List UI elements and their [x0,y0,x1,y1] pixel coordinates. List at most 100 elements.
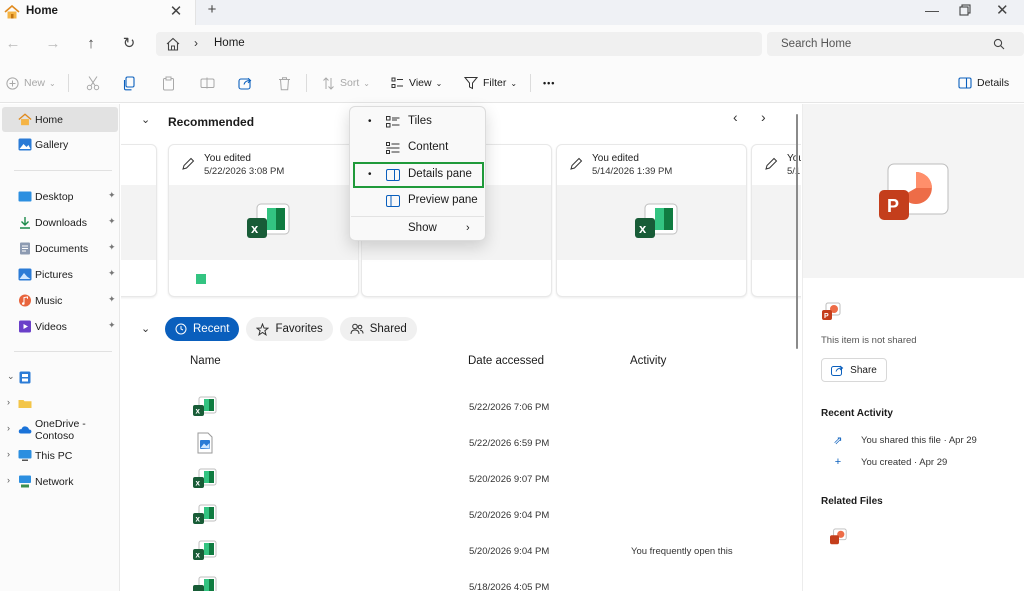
sidebar-item-music[interactable]: Music ✦ [2,288,118,313]
details-share-button[interactable]: Share [821,358,887,382]
sidebar-item-onedrive[interactable]: › OneDrive - Contoso [2,417,118,442]
navigation-pane: Home Gallery Desktop ✦ Downloads ✦ Docum… [0,104,120,591]
view-icon [391,77,403,88]
column-header-date-accessed[interactable]: Date accessed [468,355,544,367]
menu-item-content[interactable]: Content [353,135,484,161]
new-button[interactable]: New ⌄ [6,73,56,93]
chevron-down-icon: ⌄ [49,78,56,88]
sidebar-item-desktop[interactable]: Desktop ✦ [2,184,118,209]
restore-button[interactable] [957,3,975,19]
sort-button[interactable]: Sort ⌄ [322,73,370,93]
menu-item-show[interactable]: Show › [353,216,484,242]
delete-button[interactable] [278,73,291,93]
sidebar-item-pictures[interactable]: Pictures ✦ [2,262,118,287]
tab-favorites[interactable]: Favorites [246,317,333,341]
powerpoint-icon: P [879,163,949,220]
chevron-right-icon[interactable]: › [7,449,10,459]
carousel-prev-button[interactable]: ‹ [733,109,738,125]
table-row[interactable]: 5/18/2026 4:05 PM [121,570,801,591]
sidebar-item-label: Home [35,113,64,126]
refresh-button[interactable]: ↻ [119,34,139,54]
table-row[interactable]: x 5/20/2026 9:04 PM You frequently open … [121,534,801,570]
powerpoint-small-icon: P [822,302,841,320]
sidebar-item-folder[interactable]: › [2,391,118,416]
sidebar-item-account-drive[interactable]: ⌄ [2,365,118,390]
recommended-card[interactable]: You edited 5/14/2026 1:39 PM x [556,144,747,297]
chevron-right-icon[interactable]: › [7,397,10,407]
onedrive-icon [18,426,32,434]
chevron-right-icon[interactable]: › [7,475,10,485]
paste-button[interactable] [162,73,175,93]
tab-close-button[interactable]: ✕ [168,2,184,20]
share-icon [831,365,844,376]
column-header-activity[interactable]: Activity [630,355,666,367]
share-button[interactable] [238,73,253,93]
column-header-name[interactable]: Name [190,355,221,367]
table-row[interactable]: x 5/22/2026 7:06 PM [121,390,801,426]
table-row[interactable]: x 5/20/2026 9:04 PM [121,498,801,534]
recommended-card[interactable]: You 5/1 [751,144,801,297]
view-button[interactable]: View ⌄ [391,73,442,93]
copy-button[interactable] [122,73,136,93]
card-edited-label: You edited [592,153,639,164]
table-row[interactable]: x 5/20/2026 9:07 PM [121,462,801,498]
svg-text:x: x [196,551,201,560]
menu-item-preview-pane[interactable]: Preview pane [353,188,484,214]
sidebar-item-network[interactable]: › Network [2,469,118,494]
collapse-files-chevron-icon[interactable]: ⌄ [141,322,150,335]
content-icon [386,142,400,154]
forward-button[interactable]: → [43,34,63,54]
tab-shared[interactable]: Shared [339,317,417,341]
menu-item-label: Content [408,141,449,153]
recommended-card[interactable]: You edited 5/22/2026 3:08 PM x [168,144,359,297]
search-icon[interactable] [993,38,1005,50]
chevron-down-icon: ⌄ [363,78,370,88]
sidebar-item-videos[interactable]: Videos ✦ [2,314,118,339]
powerpoint-small-icon[interactable] [829,528,849,546]
minimize-button[interactable]: — [923,2,941,18]
sort-icon [323,76,334,90]
selected-bullet: • [368,116,372,127]
filter-label: Filter [483,77,507,89]
menu-item-label: Preview pane [408,194,478,206]
pin-icon: ✦ [108,268,116,278]
carousel-next-button[interactable]: › [761,109,766,125]
collapse-recommended-chevron-icon[interactable]: ⌄ [141,113,150,126]
filter-button[interactable]: Filter ⌄ [464,73,517,93]
chevron-right-icon[interactable]: › [7,423,10,433]
videos-icon [19,320,31,333]
menu-item-details-pane[interactable]: • Details pane [353,162,484,188]
sidebar-item-documents[interactable]: Documents ✦ [2,236,118,261]
add-circle-icon [6,76,19,90]
details-toggle-button[interactable]: Details [958,73,1009,93]
sidebar-item-home[interactable]: Home [2,107,118,132]
table-row[interactable]: 5/22/2026 6:59 PM [121,426,801,462]
more-options-button[interactable]: ••• [543,73,555,93]
sidebar-item-downloads[interactable]: Downloads ✦ [2,210,118,235]
search-input[interactable] [767,32,987,56]
breadcrumb[interactable]: › Home [156,32,762,56]
home-outline-icon [166,37,180,51]
close-button[interactable]: ✕ [994,1,1024,19]
menu-item-tiles[interactable]: • Tiles [353,109,484,135]
cut-button[interactable] [86,73,100,93]
back-button[interactable]: ← [3,34,23,54]
people-icon [350,323,364,335]
up-button[interactable]: ↑ [81,34,101,54]
excel-icon: x [193,504,217,524]
recommended-card[interactable] [121,144,157,297]
copy-icon [123,75,135,90]
new-tab-button[interactable]: + [204,1,220,21]
breadcrumb-home[interactable]: Home [214,37,245,49]
sidebar-item-gallery[interactable]: Gallery [2,132,118,157]
tab-recent[interactable]: Recent [165,317,240,341]
sidebar-item-this-pc[interactable]: › This PC [2,443,118,468]
selected-bullet: • [368,169,372,180]
chevron-down-icon[interactable]: ⌄ [7,371,15,382]
details-preview: P [803,104,1024,278]
rename-button[interactable] [200,73,215,93]
tab-home[interactable]: Home ✕ [0,0,196,25]
music-icon [19,294,31,307]
chevron-down-icon: ⌄ [435,78,443,88]
vertical-scrollbar[interactable] [796,114,798,349]
